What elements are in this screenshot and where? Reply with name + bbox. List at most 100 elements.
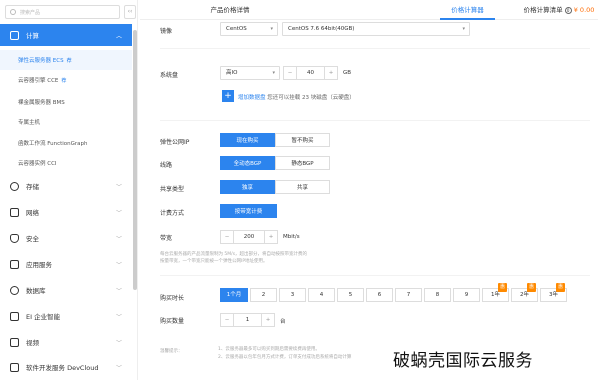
duration-option-9[interactable]: 9: [453, 288, 480, 302]
chevron-down-icon: ▾: [462, 26, 465, 32]
eip-label: 弹性公网IP: [160, 139, 190, 146]
sidebar-group-label: 安全: [26, 235, 39, 243]
tab-price-calculator[interactable]: 价格计算器: [435, 0, 500, 20]
eip-not-buy-button[interactable]: 暂不购买: [275, 133, 330, 147]
list-count-badge: 0: [564, 7, 572, 14]
sidebar-group-label: 存储: [26, 183, 39, 191]
sidebar-item-label: 函数工作流 FunctionGraph: [18, 141, 88, 147]
add-data-disk-link[interactable]: 增加数据盘 您还可以挂载 23 块磁盘（云硬盘）: [238, 93, 355, 101]
tips-line-1: 1、云服务器最多可以购买到期后需要续费再使用。: [218, 347, 320, 352]
minus-icon[interactable]: −: [221, 231, 233, 243]
network-icon: [10, 207, 19, 217]
discount-badge: 惠: [527, 283, 536, 292]
sidebar-group-video[interactable]: 视频 ﹀: [0, 331, 132, 353]
static-bgp-button[interactable]: 静态BGP: [275, 156, 330, 170]
watermark-text: 破蜗壳国际云服务: [393, 351, 533, 371]
sidebar-item-dedicated-host[interactable]: 专属主机: [0, 112, 132, 132]
bandwidth-label: 带宽: [160, 235, 173, 242]
plus-icon[interactable]: +: [325, 67, 337, 79]
duration-option-8[interactable]: 8: [424, 288, 451, 302]
quantity-value[interactable]: 1: [233, 314, 262, 326]
total-price: ¥ 0.00: [573, 6, 595, 14]
exclusive-button[interactable]: 独享: [220, 180, 275, 194]
tab-price-list[interactable]: 价格计算清单 0 ¥ 0.00: [520, 0, 598, 20]
minus-icon[interactable]: −: [284, 67, 296, 79]
shared-button[interactable]: 共享: [275, 180, 330, 194]
os-version-value: CentOS 7.6 64bit(40GB): [288, 26, 355, 32]
app-services-icon: [10, 259, 19, 269]
sidebar-group-label: 软件开发服务 DevCloud: [26, 364, 99, 372]
discount-badge: 惠: [556, 283, 565, 292]
image-label: 镜像: [160, 28, 173, 35]
sidebar-group-security[interactable]: 安全 ﹀: [0, 227, 132, 249]
sidebar-item-cci[interactable]: 云容器实例 CCI: [0, 153, 132, 173]
sidebar-group-network[interactable]: 网络 ﹀: [0, 201, 132, 223]
search-input[interactable]: 搜索产品: [5, 5, 120, 19]
chevron-down-icon: ﹀: [115, 339, 122, 347]
os-value: CentOS: [226, 26, 247, 32]
duration-option-1-month[interactable]: 1个月: [220, 288, 248, 302]
duration-option-7[interactable]: 7: [395, 288, 422, 302]
eip-buy-now-button[interactable]: 现在购买: [220, 133, 275, 147]
sidebar-group-app-services[interactable]: 应用服务 ﹀: [0, 253, 132, 275]
sidebar-item-functiongraph[interactable]: 函数工作流 FunctionGraph: [0, 133, 132, 153]
sidebar-item-cce[interactable]: 云容器引擎 CCE 荐: [0, 70, 132, 90]
bandwidth-note-2: 按量带宽，一个带宽只能被一个弹性公网IP地址使用。: [160, 259, 268, 264]
chevron-down-icon: ﹀: [115, 209, 122, 217]
disk-size-unit: GB: [343, 70, 352, 76]
tab-price-detail[interactable]: 产品价格详情: [195, 0, 265, 20]
quantity-unit: 台: [280, 319, 286, 325]
top-tabs: 产品价格详情 价格计算器 价格计算清单 0 ¥ 0.00: [140, 0, 598, 20]
tips-line-2: 2、云服务器以包年包月方式计费，订单支付成功后系统将自动计算: [218, 355, 352, 360]
bandwidth-value[interactable]: 200: [233, 231, 265, 243]
sidebar-group-database[interactable]: 数据库 ﹀: [0, 279, 132, 301]
sidebar-group-devcloud[interactable]: 软件开发服务 DevCloud ﹀: [0, 356, 132, 378]
sidebar-item-label: 弹性云服务器 ECS: [18, 58, 64, 64]
disk-size-stepper[interactable]: − 40 +: [283, 66, 338, 80]
os-select[interactable]: CentOS ▾: [220, 22, 278, 36]
shield-icon: [10, 233, 19, 243]
ei-icon: [10, 311, 19, 321]
recommend-badge: 荐: [66, 57, 72, 64]
sidebar-item-label: 裸金属服务器 BMS: [18, 100, 65, 106]
disk-type-select[interactable]: 高IO ▾: [220, 66, 280, 80]
chevron-down-icon: ﹀: [115, 364, 122, 372]
dynamic-bgp-button[interactable]: 全动态BGP: [220, 156, 275, 170]
add-icon[interactable]: +: [222, 90, 234, 102]
quantity-stepper[interactable]: − 1 +: [220, 313, 275, 327]
duration-option-2[interactable]: 2: [250, 288, 277, 302]
disk-size-value[interactable]: 40: [296, 67, 325, 79]
duration-option-3[interactable]: 3: [279, 288, 306, 302]
bill-by-bandwidth-button[interactable]: 按带宽计费: [220, 204, 277, 218]
collapse-sidebar-button[interactable]: ‹‹: [124, 5, 136, 19]
sidebar-item-label: 云容器引擎 CCE: [18, 78, 59, 84]
minus-icon[interactable]: −: [221, 314, 233, 326]
sidebar-group-label: 数据库: [26, 287, 46, 295]
duration-option-5[interactable]: 5: [337, 288, 364, 302]
os-version-select[interactable]: CentOS 7.6 64bit(40GB) ▾: [282, 22, 470, 36]
plus-icon[interactable]: +: [265, 231, 277, 243]
sidebar-group-label: 网络: [26, 209, 39, 217]
divider: [160, 120, 590, 121]
bandwidth-unit: Mbit/s: [283, 234, 300, 240]
plus-icon[interactable]: +: [262, 314, 274, 326]
billing-label: 计费方式: [160, 210, 185, 217]
duration-label: 购买时长: [160, 295, 185, 302]
sidebar-group-storage[interactable]: 存储 ﹀: [0, 175, 132, 197]
chevron-down-icon: ﹀: [115, 261, 122, 269]
sidebar-item-label: 云容器实例 CCI: [18, 161, 57, 167]
chevron-down-icon: ﹀: [115, 183, 122, 191]
bandwidth-stepper[interactable]: − 200 +: [220, 230, 278, 244]
sidebar-group-compute[interactable]: 计算 ︿: [0, 24, 132, 46]
share-type-label: 共享类型: [160, 186, 185, 193]
duration-option-4[interactable]: 4: [308, 288, 335, 302]
sidebar-group-label: 应用服务: [26, 261, 52, 269]
recommend-badge: 荐: [61, 77, 67, 84]
sidebar-scrollbar[interactable]: [133, 30, 137, 290]
sidebar-item-ecs[interactable]: 弹性云服务器 ECS 荐: [0, 50, 132, 70]
divider: [160, 48, 590, 49]
sidebar-item-bms[interactable]: 裸金属服务器 BMS: [0, 92, 132, 112]
sidebar-group-label: EI 企业智能: [26, 313, 61, 321]
duration-option-6[interactable]: 6: [366, 288, 393, 302]
sidebar-group-ei[interactable]: EI 企业智能 ﹀: [0, 305, 132, 327]
